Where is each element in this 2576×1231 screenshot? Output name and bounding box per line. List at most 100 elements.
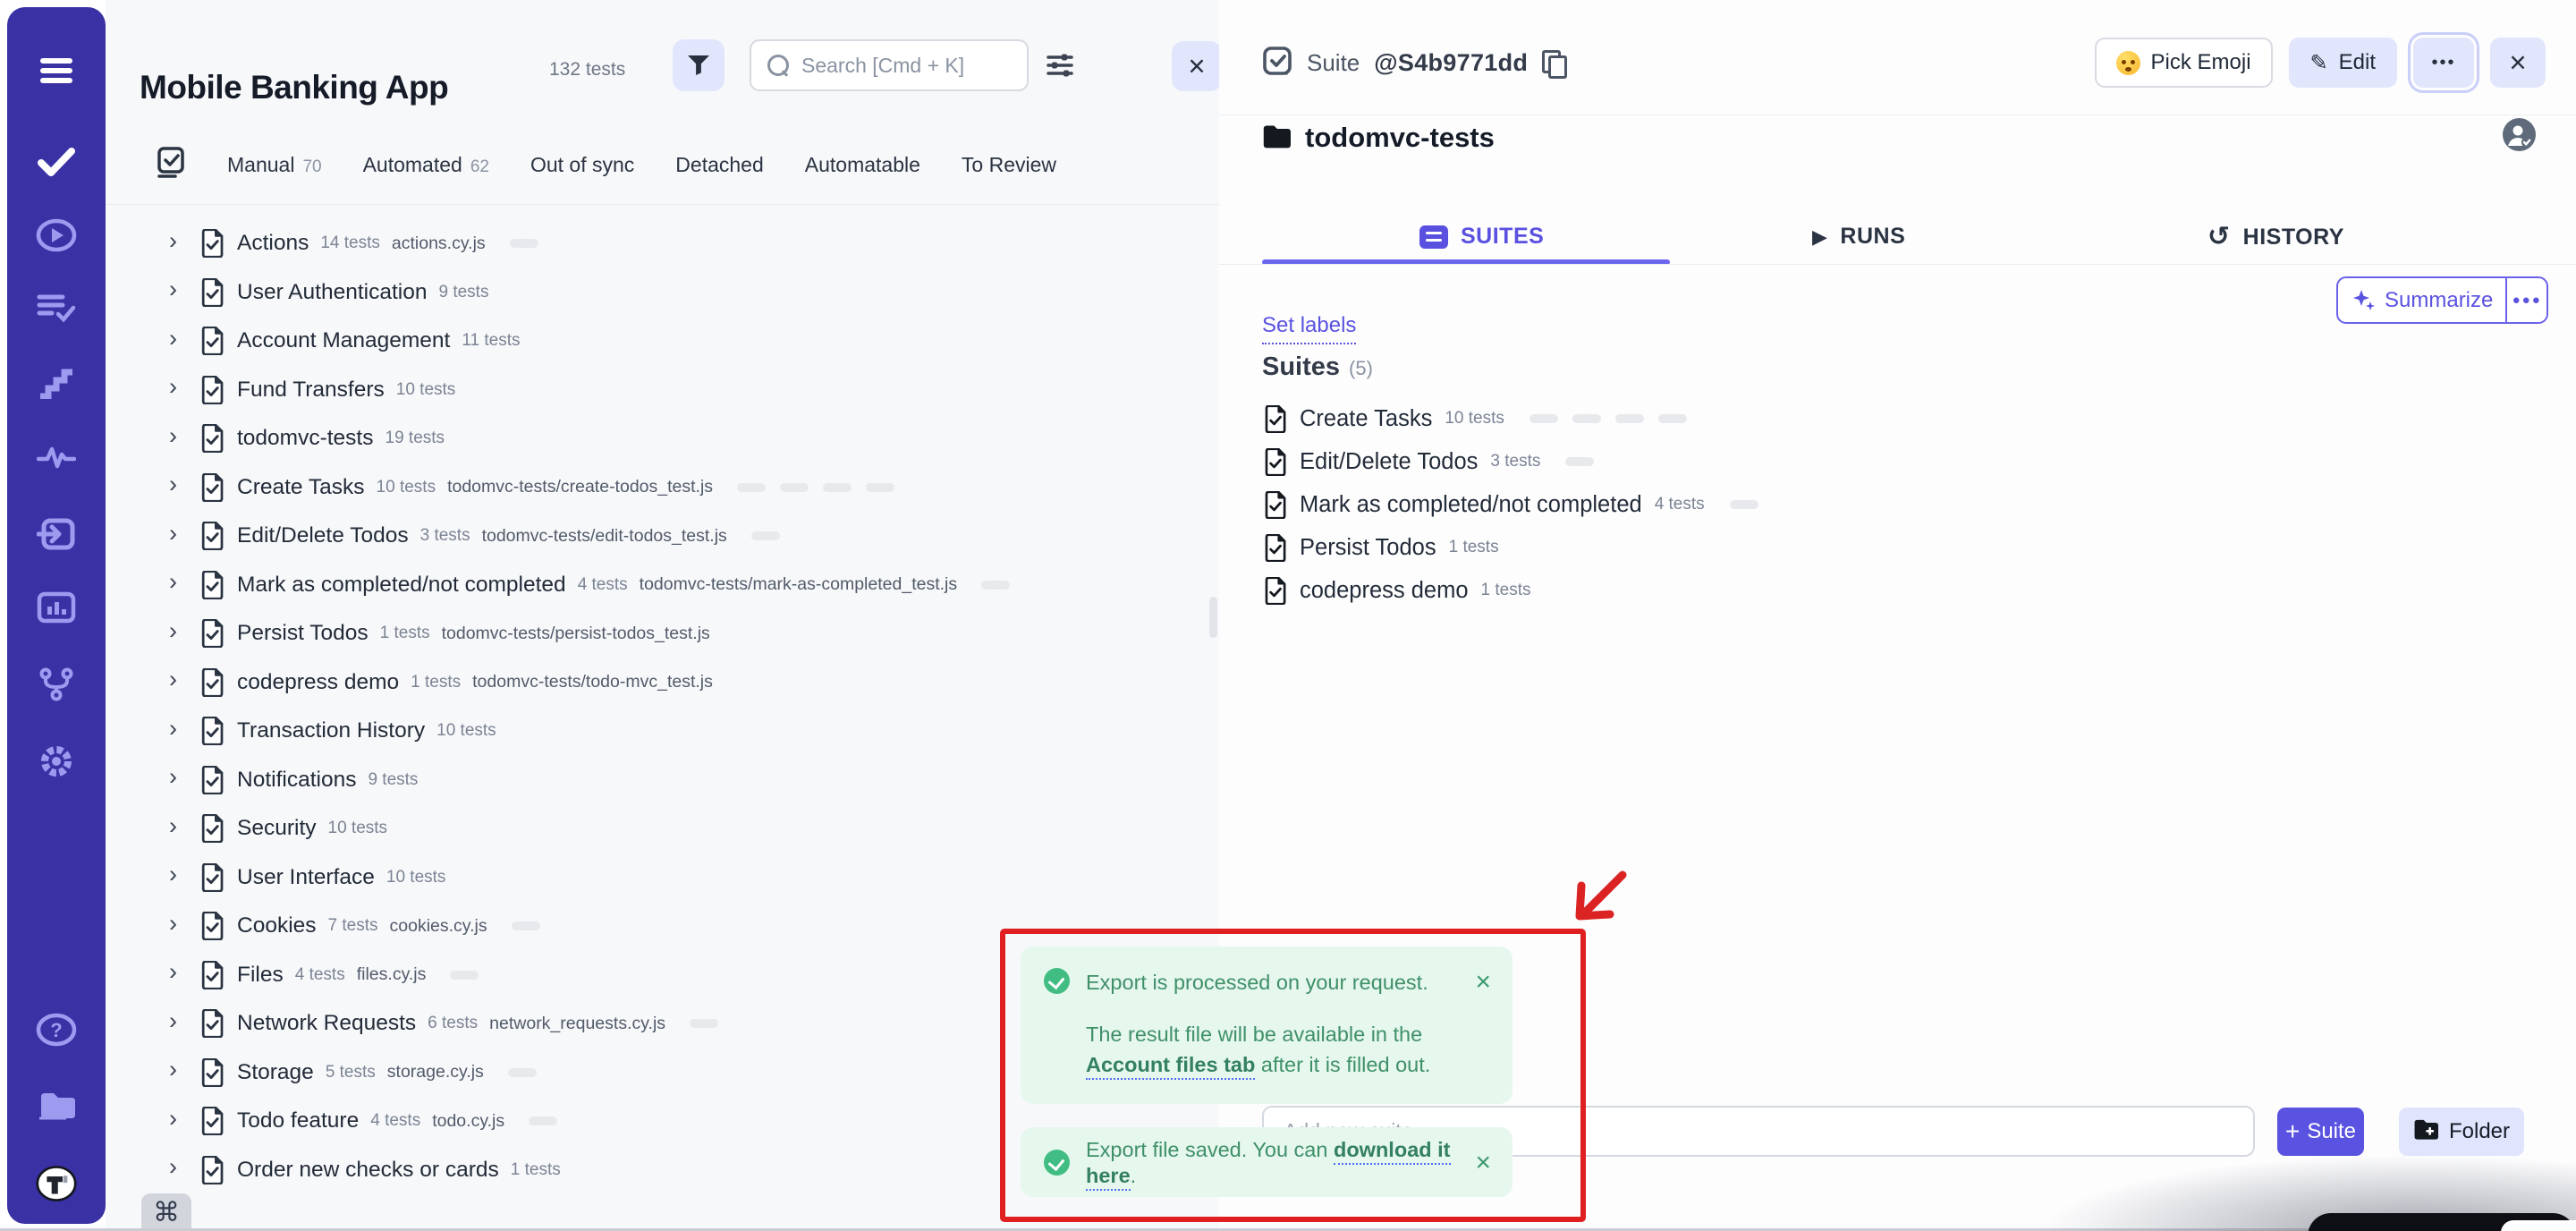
more-options-button[interactable]: •••	[2413, 38, 2474, 88]
tree-row[interactable]: › Security 10 tests	[106, 804, 1219, 853]
tag-pill[interactable]	[529, 1116, 557, 1125]
summarize-more-icon[interactable]: ●●●	[2507, 293, 2546, 308]
tree-row[interactable]: › Edit/Delete Todos 3 tests todomvc-test…	[106, 512, 1219, 561]
chevron-icon[interactable]: ›	[169, 1107, 187, 1131]
chevron-icon[interactable]: ›	[169, 960, 187, 984]
tree-row[interactable]: › Notifications 9 tests	[106, 756, 1219, 805]
chevron-icon[interactable]: ›	[169, 424, 187, 448]
filter-item[interactable]: To Review	[962, 153, 1056, 177]
filter-item[interactable]: Out of sync	[530, 153, 634, 177]
close-panel-button[interactable]: ×	[1172, 41, 1222, 91]
tree-row[interactable]: › Fund Transfers 10 tests	[106, 366, 1219, 415]
chevron-icon[interactable]: ›	[169, 667, 187, 692]
tag-pill[interactable]	[823, 483, 852, 492]
reports-chart-icon[interactable]	[36, 587, 77, 628]
suite-list-item[interactable]: Edit/Delete Todos 3 tests	[1262, 440, 2514, 483]
chevron-icon[interactable]: ›	[169, 1009, 187, 1033]
search-input[interactable]	[800, 53, 1011, 79]
tree-row[interactable]: › Actions 14 tests actions.cy.js	[106, 219, 1219, 268]
filter-button[interactable]	[673, 39, 724, 91]
chevron-icon[interactable]: ›	[169, 472, 187, 497]
edit-button[interactable]: ✎ Edit	[2289, 38, 2397, 88]
tree-row[interactable]: › Persist Todos 1 tests todomvc-tests/pe…	[106, 609, 1219, 658]
assignee-avatar[interactable]	[2503, 118, 2536, 151]
add-folder-button[interactable]: Folder	[2399, 1108, 2524, 1156]
chevron-icon[interactable]: ›	[169, 570, 187, 594]
tab-suites[interactable]: SUITES	[1419, 224, 1544, 250]
tree-row[interactable]: › Cookies 7 tests cookies.cy.js	[106, 902, 1219, 951]
toast-close-icon[interactable]: ×	[1475, 1149, 1491, 1176]
tag-pill[interactable]	[1730, 500, 1758, 509]
app-logo[interactable]	[36, 1163, 77, 1204]
settings-gear-icon[interactable]	[36, 741, 77, 782]
summarize-button[interactable]: Summarize ●●●	[2336, 276, 2548, 324]
select-tests-icon[interactable]	[156, 147, 186, 183]
chevron-icon[interactable]: ›	[169, 327, 187, 351]
chevron-icon[interactable]: ›	[169, 375, 187, 399]
tree-row[interactable]: › Transaction History 10 tests	[106, 707, 1219, 756]
tag-pill[interactable]	[1658, 414, 1687, 423]
tag-pill[interactable]	[1565, 457, 1594, 466]
search-box[interactable]	[750, 39, 1029, 91]
branch-icon[interactable]	[36, 664, 77, 705]
account-files-tab-link[interactable]: Account files tab	[1086, 1053, 1255, 1080]
tab-runs[interactable]: ▶ RUNS	[1812, 224, 1905, 250]
suite-list-item[interactable]: Create Tasks 10 tests	[1262, 397, 2514, 440]
suite-list-item[interactable]: codepress demo 1 tests	[1262, 569, 2514, 612]
tree-row[interactable]: › codepress demo 1 tests todomvc-tests/t…	[106, 658, 1219, 708]
milestones-steps-icon[interactable]	[36, 363, 77, 404]
chevron-icon[interactable]: ›	[169, 717, 187, 741]
tree-row[interactable]: › Create Tasks 10 tests todomvc-tests/cr…	[106, 463, 1219, 513]
tag-pill[interactable]	[1615, 414, 1644, 423]
chevron-icon[interactable]: ›	[169, 1057, 187, 1082]
tag-pill[interactable]	[512, 921, 540, 930]
chevron-icon[interactable]: ›	[169, 814, 187, 838]
chevron-icon[interactable]: ›	[169, 912, 187, 936]
chevron-icon[interactable]: ›	[169, 229, 187, 253]
view-settings-button[interactable]	[1045, 50, 1075, 81]
tag-pill[interactable]	[866, 483, 894, 492]
pulse-analytics-icon[interactable]	[36, 437, 77, 478]
chevron-icon[interactable]: ›	[169, 862, 187, 887]
copy-icon[interactable]	[1542, 50, 1565, 77]
tag-pill[interactable]	[981, 581, 1010, 590]
tag-pill[interactable]	[510, 239, 538, 248]
tab-history[interactable]: ↺ HISTORY	[2207, 224, 2344, 250]
tag-pill[interactable]	[1572, 414, 1601, 423]
tree-scrollbar[interactable]	[1209, 597, 1217, 638]
tag-pill[interactable]	[508, 1068, 537, 1077]
tag-pill[interactable]	[1530, 414, 1558, 423]
menu-icon[interactable]	[36, 50, 77, 91]
tree-row[interactable]: › Mark as completed/not completed 4 test…	[106, 561, 1219, 610]
projects-folder-icon[interactable]	[36, 1084, 77, 1125]
filter-item[interactable]: Automatable	[805, 153, 920, 177]
tree-row[interactable]: › todomvc-tests 19 tests	[106, 414, 1219, 463]
set-labels-link[interactable]: Set labels	[1262, 313, 1356, 344]
filter-item[interactable]: Manual 70	[227, 153, 322, 177]
help-icon[interactable]: ?	[36, 1009, 77, 1050]
tree-row[interactable]: › User Interface 10 tests	[106, 853, 1219, 903]
filter-item[interactable]: Automated 62	[363, 153, 489, 177]
suite-list-item[interactable]: Persist Todos 1 tests	[1262, 526, 2514, 569]
filter-item[interactable]: Detached	[675, 153, 763, 177]
tag-pill[interactable]	[751, 531, 780, 540]
runs-play-icon[interactable]	[36, 215, 77, 256]
chevron-icon[interactable]: ›	[169, 619, 187, 643]
chevron-icon[interactable]: ›	[169, 1155, 187, 1179]
chevron-icon[interactable]: ›	[169, 765, 187, 789]
import-icon[interactable]	[36, 514, 77, 555]
toast-close-icon[interactable]: ×	[1475, 968, 1491, 996]
tests-check-icon[interactable]	[36, 141, 77, 183]
tag-pill[interactable]	[780, 483, 809, 492]
chevron-icon[interactable]: ›	[169, 522, 187, 546]
close-detail-button[interactable]: ×	[2490, 38, 2546, 88]
plans-list-check-icon[interactable]	[36, 288, 77, 329]
tag-pill[interactable]	[737, 483, 766, 492]
tag-pill[interactable]	[690, 1019, 718, 1028]
chevron-icon[interactable]: ›	[169, 277, 187, 301]
tree-row[interactable]: › Account Management 11 tests	[106, 317, 1219, 366]
suite-list-item[interactable]: Mark as completed/not completed 4 tests	[1262, 483, 2514, 526]
keyboard-shortcut-button[interactable]: ⌘	[141, 1193, 191, 1231]
tree-row[interactable]: › User Authentication 9 tests	[106, 268, 1219, 318]
pick-emoji-button[interactable]: Pick Emoji	[2095, 38, 2273, 88]
